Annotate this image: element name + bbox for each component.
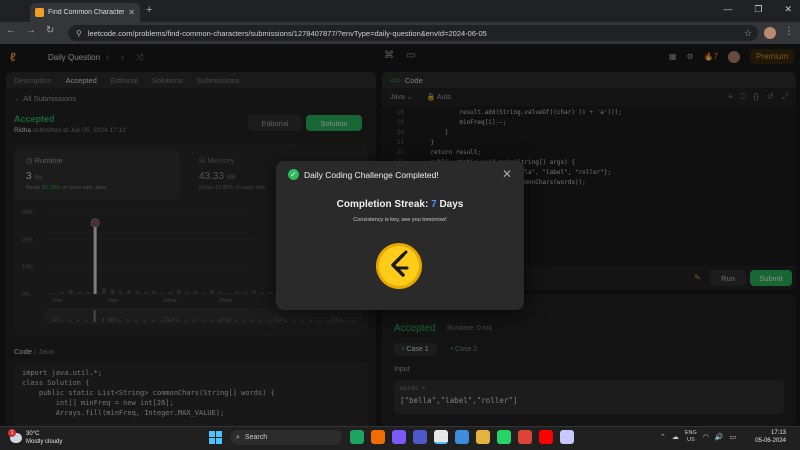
copilot-icon[interactable] <box>350 430 364 444</box>
file-explorer-icon[interactable] <box>476 430 490 444</box>
weather-temp: 30°C <box>26 431 40 437</box>
lang-1: ENG <box>684 430 697 436</box>
modal-close-icon[interactable]: ✕ <box>502 167 512 181</box>
onedrive-cloud-icon[interactable]: ☁ <box>672 433 679 441</box>
weather-desc: Mostly cloudy <box>26 439 63 445</box>
window-controls: — ❐ ✕ <box>723 4 792 15</box>
minimize-icon[interactable]: — <box>723 4 732 15</box>
windows-start-icon[interactable] <box>209 431 222 444</box>
taskbar-apps <box>350 430 574 444</box>
completion-streak: Completion Streak: 7 Days <box>276 199 524 210</box>
tray-chevron-icon[interactable]: ⌃ <box>660 433 666 441</box>
check-circle-icon: ✓ <box>288 169 299 180</box>
forward-icon[interactable]: → <box>26 25 36 36</box>
taskbar-search[interactable]: ⌕ Search <box>230 430 342 445</box>
streak-number: 7 <box>431 199 437 210</box>
chrome-icon[interactable] <box>434 430 448 444</box>
browser-menu-icon[interactable]: ⋮ <box>784 26 794 37</box>
new-tab-icon[interactable]: + <box>146 4 152 16</box>
url-text: leetcode.com/problems/find-common-charac… <box>87 28 487 38</box>
weather-widget[interactable]: 1 30°C Mostly cloudy <box>8 429 62 446</box>
address-bar[interactable]: ⚲ leetcode.com/problems/find-common-char… <box>68 25 758 41</box>
notification-badge: 1 <box>8 429 16 437</box>
teams-icon[interactable] <box>413 430 427 444</box>
reload-icon[interactable]: ↻ <box>46 25 54 36</box>
back-icon[interactable]: ← <box>6 25 16 36</box>
browser-tab[interactable]: Find Common Characters - Lee ✕ <box>30 3 140 22</box>
vscode-icon[interactable] <box>455 430 469 444</box>
weather-text: 30°C Mostly cloudy <box>26 430 62 446</box>
lang-2: US <box>687 437 695 443</box>
nav-buttons: ← → ↻ <box>6 25 54 36</box>
whatsapp-icon[interactable] <box>497 430 511 444</box>
app-icon[interactable] <box>560 430 574 444</box>
browser-profile-avatar[interactable] <box>764 27 776 39</box>
wifi-icon[interactable]: ◠ <box>703 433 709 441</box>
taskbar-clock[interactable]: 17:13 05-06-2024 <box>744 429 786 445</box>
close-tab-icon[interactable]: ✕ <box>128 8 135 17</box>
volume-icon[interactable]: 🔊 <box>715 433 724 441</box>
cloud-icon: 1 <box>8 429 22 443</box>
streak-unit: Days <box>439 199 464 210</box>
tab-title: Find Common Characters - Lee <box>48 9 125 16</box>
system-tray: ⌃ ☁ ENG US ◠ 🔊 ▭ <box>660 430 736 444</box>
modal-message: Consistency is key, see you tomorrow! <box>353 217 447 223</box>
media-icon[interactable] <box>392 430 406 444</box>
modal-title: Daily Coding Challenge Completed! <box>304 170 439 180</box>
close-window-icon[interactable]: ✕ <box>784 4 792 15</box>
search-label: Search <box>244 434 268 441</box>
leetcode-coin-icon <box>376 243 422 289</box>
input-language[interactable]: ENG US <box>685 430 697 444</box>
battery-icon[interactable]: ▭ <box>730 433 737 441</box>
clock-time: 17:13 <box>770 430 786 436</box>
site-info-icon[interactable]: ⚲ <box>76 29 82 38</box>
chrome-alt-icon[interactable] <box>518 430 532 444</box>
search-icon: ⌕ <box>236 433 240 441</box>
streak-label: Completion Streak: <box>336 199 429 210</box>
youtube-icon[interactable] <box>539 430 553 444</box>
store-icon[interactable] <box>371 430 385 444</box>
completion-modal: ✓ Daily Coding Challenge Completed! ✕ Co… <box>276 161 524 310</box>
leetcode-favicon-icon <box>35 8 44 17</box>
maximize-icon[interactable]: ❐ <box>754 4 762 15</box>
bookmark-star-icon[interactable]: ☆ <box>744 28 752 39</box>
clock-date: 05-06-2024 <box>755 438 786 444</box>
